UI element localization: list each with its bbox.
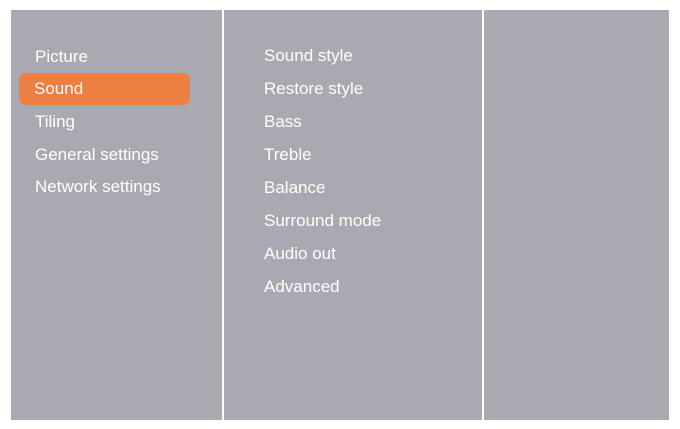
submenu-item-advanced[interactable]: Advanced xyxy=(264,271,340,303)
main-menu-panel: Picture Sound Tiling General settings Ne… xyxy=(11,10,222,420)
submenu-item-bass[interactable]: Bass xyxy=(264,106,302,138)
menu-item-network-settings[interactable]: Network settings xyxy=(35,171,161,203)
osd-menu-screen: Picture Sound Tiling General settings Ne… xyxy=(11,10,669,420)
sound-submenu-panel: Sound style Restore style Bass Treble Ba… xyxy=(224,10,482,420)
menu-item-tiling[interactable]: Tiling xyxy=(35,106,75,138)
menu-item-sound-label: Sound xyxy=(34,79,84,98)
menu-item-picture[interactable]: Picture xyxy=(35,41,88,73)
submenu-item-surround-mode[interactable]: Surround mode xyxy=(264,205,381,237)
submenu-item-restore-style[interactable]: Restore style xyxy=(264,73,363,105)
menu-item-general-settings[interactable]: General settings xyxy=(35,139,159,171)
detail-panel xyxy=(484,10,669,420)
submenu-item-audio-out[interactable]: Audio out xyxy=(264,238,336,270)
menu-item-sound[interactable]: Sound xyxy=(19,73,190,105)
submenu-item-treble[interactable]: Treble xyxy=(264,139,312,171)
submenu-item-sound-style[interactable]: Sound style xyxy=(264,40,353,72)
submenu-item-balance[interactable]: Balance xyxy=(264,172,325,204)
